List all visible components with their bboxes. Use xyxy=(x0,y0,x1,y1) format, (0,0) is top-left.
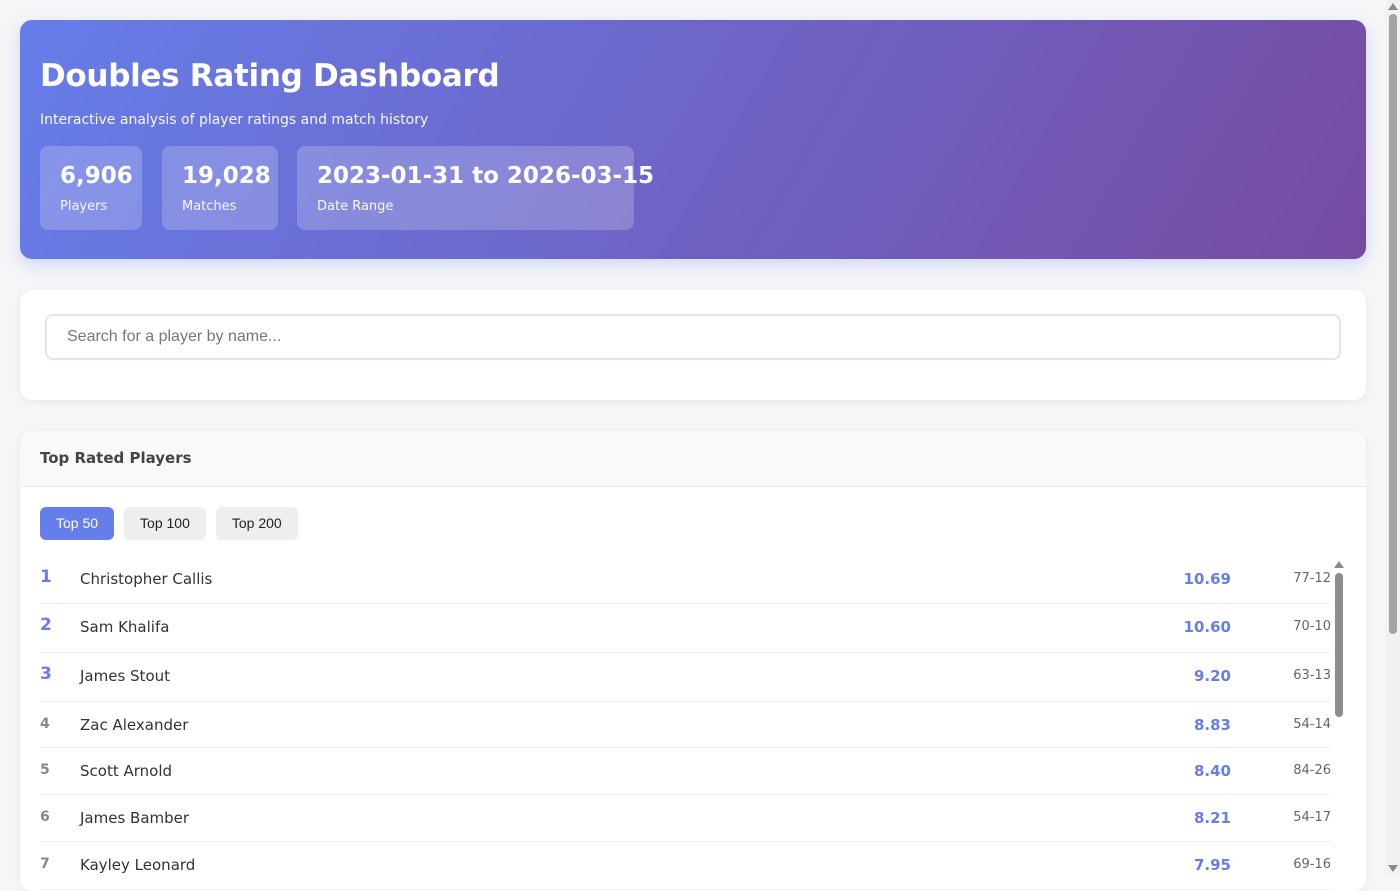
player-rank: 7 xyxy=(40,856,50,872)
player-rating: 8.40 xyxy=(1193,762,1231,780)
player-row[interactable]: 3 James Stout 9.20 63-13 xyxy=(40,653,1331,702)
player-row[interactable]: 2 Sam Khalifa 10.60 70-10 xyxy=(40,604,1331,653)
player-row[interactable]: 7 Kayley Leonard 7.95 69-16 xyxy=(40,842,1331,890)
player-rating: 8.83 xyxy=(1193,716,1231,734)
top-players-tabs: Top 50 Top 100 Top 200 xyxy=(40,507,298,540)
player-rating: 9.20 xyxy=(1193,667,1231,685)
stat-value: 19,028 xyxy=(182,163,271,189)
player-rating: 10.69 xyxy=(1183,570,1231,588)
stat-card-date-range: 2023-01-31 to 2026-03-15 Date Range xyxy=(297,146,654,230)
tab-top-200[interactable]: Top 200 xyxy=(215,507,298,540)
tab-top-100[interactable]: Top 100 xyxy=(124,507,206,540)
player-record: 70-10 xyxy=(1293,619,1331,634)
search-card xyxy=(20,290,1366,400)
player-rating: 10.60 xyxy=(1183,618,1231,636)
scroll-down-arrow-icon[interactable] xyxy=(1388,865,1398,872)
player-row[interactable]: 6 James Bamber 8.21 54-17 xyxy=(40,795,1331,842)
scrollbar-thumb[interactable] xyxy=(1389,14,1397,634)
tab-top-50[interactable]: Top 50 xyxy=(40,507,115,540)
player-rank: 5 xyxy=(40,762,50,778)
player-name: James Stout xyxy=(80,667,171,685)
player-name: Sam Khalifa xyxy=(80,618,170,636)
page-title: Doubles Rating Dashboard xyxy=(40,58,500,94)
page-subtitle: Interactive analysis of player ratings a… xyxy=(40,112,429,128)
player-name: Zac Alexander xyxy=(80,716,189,734)
scrollbar-thumb[interactable] xyxy=(1335,573,1343,717)
player-row[interactable]: 1 Christopher Callis 10.69 77-12 xyxy=(40,556,1331,604)
top-players-header: Top Rated Players xyxy=(20,431,1366,487)
stat-value: 2023-01-31 to 2026-03-15 xyxy=(317,163,655,189)
stat-label: Matches xyxy=(182,199,237,214)
stat-card-players: 6,906 Players xyxy=(40,146,142,230)
player-list: 1 Christopher Callis 10.69 77-12 2 Sam K… xyxy=(40,556,1331,890)
stat-label: Players xyxy=(60,199,108,214)
section-title: Top Rated Players xyxy=(40,449,192,467)
player-record: 69-16 xyxy=(1293,857,1331,872)
player-search-input[interactable] xyxy=(45,314,1341,360)
top-players-card: Top Rated Players Top 50 Top 100 Top 200… xyxy=(20,431,1366,891)
player-rank: 1 xyxy=(40,567,52,587)
stat-label: Date Range xyxy=(317,199,394,214)
scroll-up-arrow-icon[interactable] xyxy=(1388,3,1398,10)
player-name: Scott Arnold xyxy=(80,762,173,780)
player-rank: 2 xyxy=(40,615,52,635)
player-list-scrollbar[interactable] xyxy=(1334,561,1344,891)
player-name: James Bamber xyxy=(80,809,190,827)
stat-card-matches: 19,028 Matches xyxy=(162,146,278,230)
player-rank: 3 xyxy=(40,664,52,684)
player-record: 77-12 xyxy=(1293,571,1331,586)
player-record: 63-13 xyxy=(1293,668,1331,683)
page-scrollbar[interactable] xyxy=(1386,0,1400,875)
dashboard-header: Doubles Rating Dashboard Interactive ana… xyxy=(20,20,1366,259)
scroll-up-arrow-icon[interactable] xyxy=(1334,561,1344,568)
player-record: 84-26 xyxy=(1293,763,1331,778)
player-rank: 6 xyxy=(40,809,50,825)
player-row[interactable]: 4 Zac Alexander 8.83 54-14 xyxy=(40,702,1331,748)
player-rating: 8.21 xyxy=(1193,809,1231,827)
stat-value: 6,906 xyxy=(60,163,133,189)
player-record: 54-14 xyxy=(1293,717,1331,732)
player-record: 54-17 xyxy=(1293,810,1331,825)
player-rating: 7.95 xyxy=(1193,856,1231,874)
player-row[interactable]: 5 Scott Arnold 8.40 84-26 xyxy=(40,748,1331,795)
player-name: Kayley Leonard xyxy=(80,856,196,874)
player-rank: 4 xyxy=(40,716,50,732)
player-name: Christopher Callis xyxy=(80,570,213,588)
